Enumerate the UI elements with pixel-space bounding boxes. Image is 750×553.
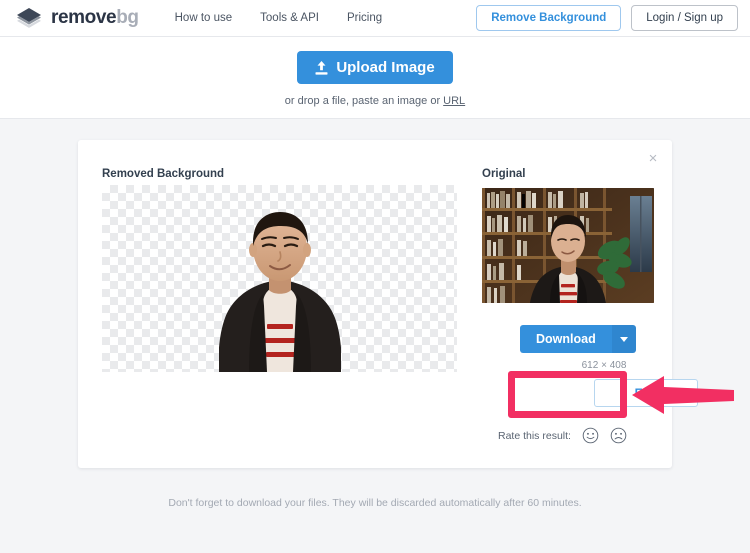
footer-note: Don't forget to download your files. The… <box>168 497 582 509</box>
logo-text: removebg <box>51 7 139 29</box>
upload-image-button[interactable]: Upload Image <box>297 51 453 84</box>
remove-background-button[interactable]: Remove Background <box>476 5 622 31</box>
logo[interactable]: removebg <box>16 7 139 29</box>
chevron-down-icon <box>619 336 628 342</box>
download-button-group: Download <box>520 325 636 353</box>
frowny-face-icon[interactable] <box>610 427 627 444</box>
nav-link-tools-api[interactable]: Tools & API <box>260 12 319 24</box>
upload-hint-text: or drop a file, paste an image or <box>284 95 444 107</box>
layers-icon <box>17 8 41 28</box>
download-options-button[interactable] <box>611 325 636 353</box>
nav-link-how-to-use[interactable]: How to use <box>175 12 233 24</box>
original-title: Original <box>482 168 526 180</box>
edit-button[interactable]: Edit <box>594 379 698 407</box>
login-signup-button[interactable]: Login / Sign up <box>631 5 738 31</box>
rate-result-row: Rate this result: <box>498 427 627 444</box>
site-header: removebg How to use Tools & API Pricing … <box>0 0 750 36</box>
subject-cutout-image <box>218 212 341 372</box>
page-root: removebg How to use Tools & API Pricing … <box>0 0 750 553</box>
upload-url-link[interactable]: URL <box>443 95 465 107</box>
removed-background-title: Removed Background <box>102 168 225 180</box>
close-icon[interactable]: × <box>644 149 662 167</box>
download-button[interactable]: Download <box>520 325 612 353</box>
original-image[interactable] <box>482 188 654 303</box>
nav-link-pricing[interactable]: Pricing <box>347 12 382 24</box>
original-photo <box>482 188 654 303</box>
upload-icon <box>315 60 328 75</box>
upload-divider <box>0 118 750 119</box>
rate-label: Rate this result: <box>498 429 571 442</box>
image-dimensions: 612 × 408 <box>581 360 627 371</box>
removed-background-preview[interactable] <box>102 185 457 372</box>
header-actions: Remove Background Login / Sign up <box>476 5 738 31</box>
smiley-face-icon[interactable] <box>582 427 599 444</box>
upload-hint: or drop a file, paste an image or URL <box>285 95 465 107</box>
logo-text-secondary: bg <box>116 7 139 28</box>
logo-text-primary: remove <box>51 7 117 28</box>
result-card: × Removed Background Original Download 6… <box>78 140 698 468</box>
upload-zone[interactable]: Upload Image or drop a file, paste an im… <box>0 37 750 118</box>
upload-image-label: Upload Image <box>336 59 435 76</box>
main-nav: How to use Tools & API Pricing <box>175 12 383 24</box>
